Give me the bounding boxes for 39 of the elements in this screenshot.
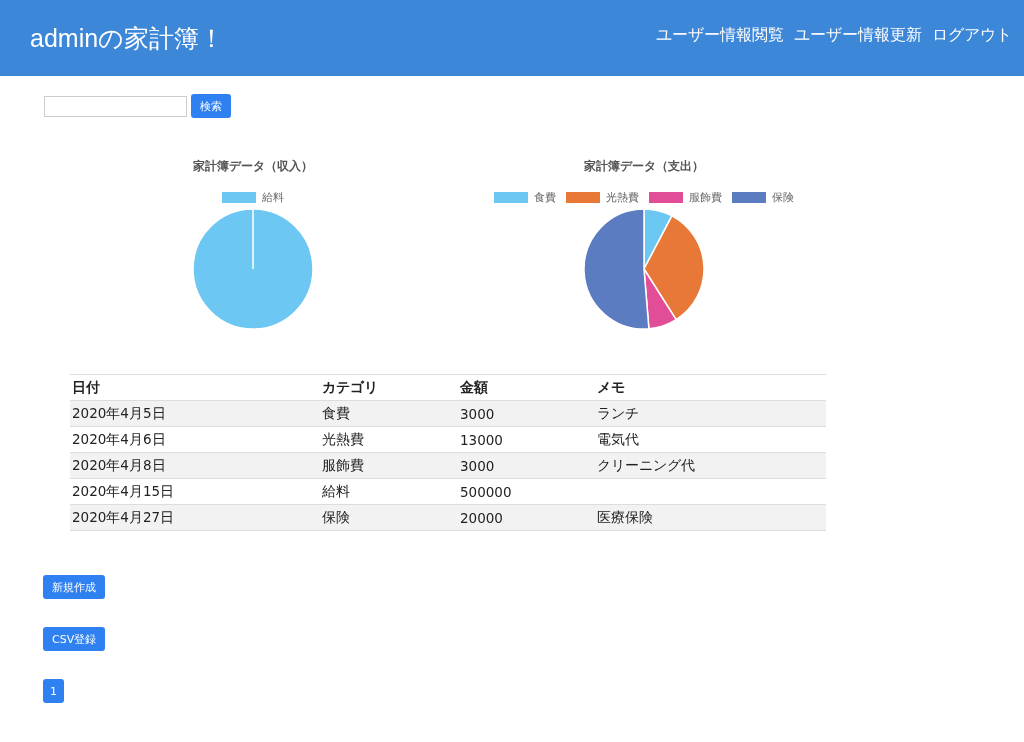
table-cell: 2020年4月27日: [70, 504, 320, 531]
site-title: adminの家計簿！: [30, 22, 225, 54]
table-cell: 3000: [458, 452, 595, 479]
legend-label: 保険: [771, 189, 794, 205]
action-button[interactable]: CSV登録: [43, 627, 106, 651]
legend-label: 服飾費: [688, 189, 722, 205]
legend-label: 食費: [533, 189, 556, 205]
table-cell: 給料: [320, 478, 458, 505]
nav-link[interactable]: ユーザー情報閲覧: [656, 24, 784, 46]
chart-title: 家計簿データ（支出）: [583, 158, 704, 175]
table-cell: 服飾費: [320, 452, 458, 479]
search-button[interactable]: 検索: [191, 94, 231, 118]
table-cell: 保険: [320, 504, 458, 531]
table-cell: 食費: [320, 400, 458, 427]
table-cell: 2020年4月5日: [70, 400, 320, 427]
column-header: カテゴリ: [320, 374, 458, 401]
table-cell: 2020年4月8日: [70, 452, 320, 479]
table-cell: 電気代: [597, 430, 639, 447]
table-cell: 2020年4月15日: [70, 478, 320, 505]
nav-link[interactable]: ユーザー情報更新: [794, 24, 922, 46]
table-cell: 3000: [458, 400, 595, 427]
page-button[interactable]: 1: [43, 679, 64, 703]
legend-label: 光熱費: [605, 189, 639, 205]
table-cell: 2020年4月6日: [70, 426, 320, 453]
table-cell: 20000: [458, 504, 595, 531]
table-cell: 13000: [458, 426, 595, 453]
table-cell: ランチ: [597, 404, 639, 421]
table-cell: 医療保険: [597, 508, 653, 525]
table-cell: 光熱費: [320, 426, 458, 453]
table-cell: クリーニング代: [597, 456, 695, 473]
legend-label: 給料: [261, 189, 284, 205]
table-cell: 500000: [458, 478, 595, 505]
column-header: 日付: [70, 374, 320, 401]
search-field[interactable]: [44, 95, 187, 117]
column-header: メモ: [595, 374, 826, 401]
column-header: 金額: [458, 374, 595, 401]
action-button[interactable]: 新規作成: [43, 575, 105, 599]
chart-title: 家計簿データ（収入）: [192, 158, 313, 175]
nav-link[interactable]: ログアウト: [932, 24, 1012, 46]
